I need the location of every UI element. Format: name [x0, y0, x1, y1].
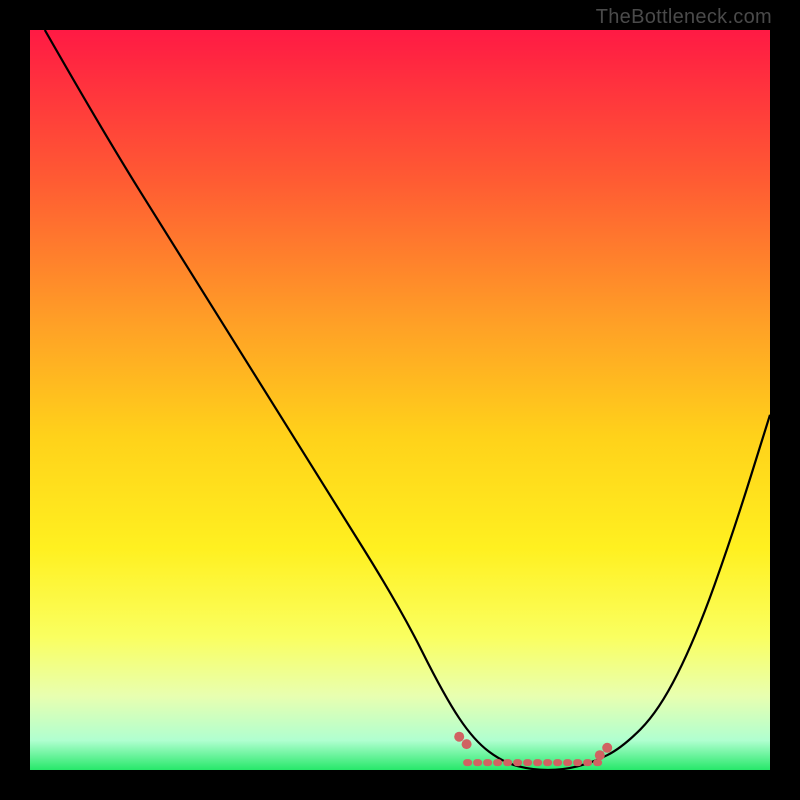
- watermark-text: TheBottleneck.com: [596, 6, 772, 29]
- gradient-background: [30, 30, 770, 770]
- plot-area: [30, 30, 770, 770]
- bottleneck-marker: [462, 739, 472, 749]
- bottleneck-marker: [454, 732, 464, 742]
- bottleneck-marker: [602, 743, 612, 753]
- chart-svg: [30, 30, 770, 770]
- bottleneck-marker: [595, 750, 605, 760]
- chart-container: TheBottleneck.com: [0, 0, 800, 800]
